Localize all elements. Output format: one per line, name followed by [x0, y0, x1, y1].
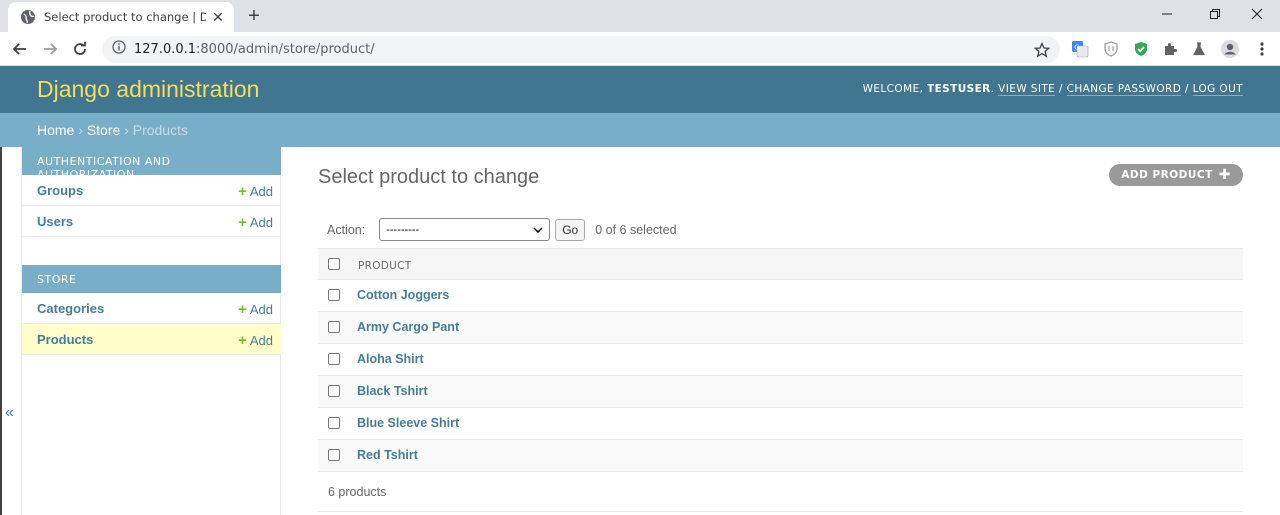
shield-extension-icon[interactable] [1100, 38, 1122, 60]
add-icon: + [238, 183, 247, 200]
table-row: Army Cargo Pant [318, 312, 1243, 344]
action-bar: Action: --------- Go 0 of 6 selected [318, 216, 1243, 243]
info-icon[interactable] [112, 40, 126, 59]
sidebar-collapse-strip[interactable]: « [0, 147, 22, 515]
sidebar-item-groups: Groups + Add [22, 175, 281, 206]
table-row: Cotton Joggers [318, 280, 1243, 312]
browser-toolbar: 127.0.0.1:8000/admin/store/product/ G [0, 32, 1280, 66]
add-product-button[interactable]: ADD PRODUCT ✚ [1109, 164, 1243, 186]
view-site-link[interactable]: VIEW SITE [998, 83, 1056, 96]
back-icon[interactable] [8, 37, 32, 61]
chevron-down-icon [533, 224, 543, 236]
row-checkbox[interactable] [328, 321, 340, 333]
globe-icon [20, 9, 36, 25]
address-bar[interactable]: 127.0.0.1:8000/admin/store/product/ [102, 36, 1060, 63]
restore-icon[interactable] [1192, 0, 1238, 28]
add-product-link[interactable]: + Add [238, 332, 273, 349]
add-category-link[interactable]: + Add [238, 301, 273, 318]
sidebar-item-categories: Categories + Add [22, 293, 281, 324]
browser-tab-bar: Select product to change | Django ✕ + [0, 0, 1280, 32]
table-row: Black Tshirt [318, 376, 1243, 408]
row-checkbox[interactable] [328, 385, 340, 397]
column-header-product[interactable]: PRODUCT [358, 260, 412, 272]
product-link[interactable]: Black Tshirt [357, 384, 428, 398]
log-out-link[interactable]: LOG OUT [1192, 83, 1243, 96]
user-tools: WELCOME, TESTUSER. VIEW SITE / CHANGE PA… [862, 83, 1243, 96]
product-link[interactable]: Army Cargo Pant [357, 320, 459, 334]
sidebar-item-groups-link[interactable]: Groups [37, 183, 83, 198]
username: TESTUSER [927, 83, 991, 95]
row-checkbox[interactable] [328, 449, 340, 461]
browser-tab[interactable]: Select product to change | Django ✕ [8, 2, 234, 32]
browser-menu-icon[interactable] [1251, 38, 1273, 60]
breadcrumb-store[interactable]: Store [87, 122, 120, 138]
module-caption-auth[interactable]: AUTHENTICATION AND AUTHORIZATION [22, 147, 281, 181]
selection-counter: 0 of 6 selected [595, 222, 677, 237]
bookmark-star-icon[interactable] [1032, 40, 1052, 60]
paginator: 6 products [318, 474, 1243, 512]
table-row: Red Tshirt [318, 440, 1243, 472]
url-text: 127.0.0.1:8000/admin/store/product/ [134, 42, 375, 57]
add-user-link[interactable]: + Add [238, 214, 273, 231]
action-label: Action: [327, 222, 366, 237]
breadcrumb-current: Products [132, 122, 188, 138]
table-row: Aloha Shirt [318, 344, 1243, 376]
results-table: PRODUCT Cotton Joggers Army Cargo Pant A… [318, 248, 1243, 472]
row-checkbox[interactable] [328, 289, 340, 301]
product-link[interactable]: Cotton Joggers [357, 288, 449, 302]
sidebar-item-users: Users + Add [22, 206, 281, 237]
site-branding[interactable]: Django administration [37, 76, 259, 103]
welcome-text: WELCOME, [862, 83, 928, 95]
product-link[interactable]: Blue Sleeve Shirt [357, 416, 459, 430]
reload-icon[interactable] [68, 37, 92, 61]
product-link[interactable]: Aloha Shirt [357, 352, 424, 366]
minimize-icon[interactable] [1144, 0, 1190, 28]
sidebar-item-products: Products + Add [22, 324, 281, 355]
svg-text:G: G [1074, 44, 1079, 52]
forward-icon[interactable] [38, 37, 62, 61]
row-checkbox[interactable] [328, 417, 340, 429]
sidebar-item-users-link[interactable]: Users [37, 214, 73, 229]
security-check-extension-icon[interactable] [1130, 38, 1152, 60]
add-product-button-label: ADD PRODUCT [1121, 169, 1213, 181]
profile-avatar-icon[interactable] [1219, 38, 1241, 60]
extensions-puzzle-icon[interactable] [1159, 38, 1181, 60]
action-select-value: --------- [386, 223, 420, 236]
close-tab-icon[interactable]: ✕ [210, 9, 226, 25]
go-button[interactable]: Go [555, 218, 586, 241]
sidebar-item-products-link[interactable]: Products [37, 332, 93, 347]
sidebar-item-categories-link[interactable]: Categories [37, 301, 104, 316]
tab-title: Select product to change | Django [44, 10, 206, 24]
product-link[interactable]: Red Tshirt [357, 448, 418, 462]
new-tab-icon[interactable]: + [244, 6, 264, 26]
add-group-link[interactable]: + Add [238, 183, 273, 200]
nav-sidebar: AUTHENTICATION AND AUTHORIZATION Groups … [22, 147, 281, 515]
translate-extension-icon[interactable]: G [1069, 38, 1091, 60]
action-select[interactable]: --------- [379, 218, 551, 241]
change-password-link[interactable]: CHANGE PASSWORD [1066, 83, 1182, 96]
lab-flask-icon[interactable] [1188, 38, 1210, 60]
main-content: Select product to change ADD PRODUCT ✚ A… [281, 147, 1280, 515]
breadcrumb-home[interactable]: Home [37, 122, 74, 138]
page-title: Select product to change [318, 166, 540, 188]
admin-header: Django administration WELCOME, TESTUSER.… [0, 66, 1280, 113]
table-row: Blue Sleeve Shirt [318, 408, 1243, 440]
collapse-sidebar-icon[interactable]: « [5, 404, 14, 422]
row-checkbox[interactable] [328, 353, 340, 365]
module-caption-store[interactable]: STORE [22, 265, 281, 293]
plus-icon: ✚ [1218, 167, 1231, 183]
add-icon: + [238, 214, 247, 231]
breadcrumb: Home › Store › Products [0, 113, 1280, 147]
add-icon: + [238, 301, 247, 318]
select-all-checkbox[interactable] [328, 258, 340, 270]
close-window-icon[interactable] [1234, 0, 1280, 28]
module-spacer [22, 237, 280, 265]
add-icon: + [238, 332, 247, 349]
table-header: PRODUCT [318, 248, 1243, 280]
